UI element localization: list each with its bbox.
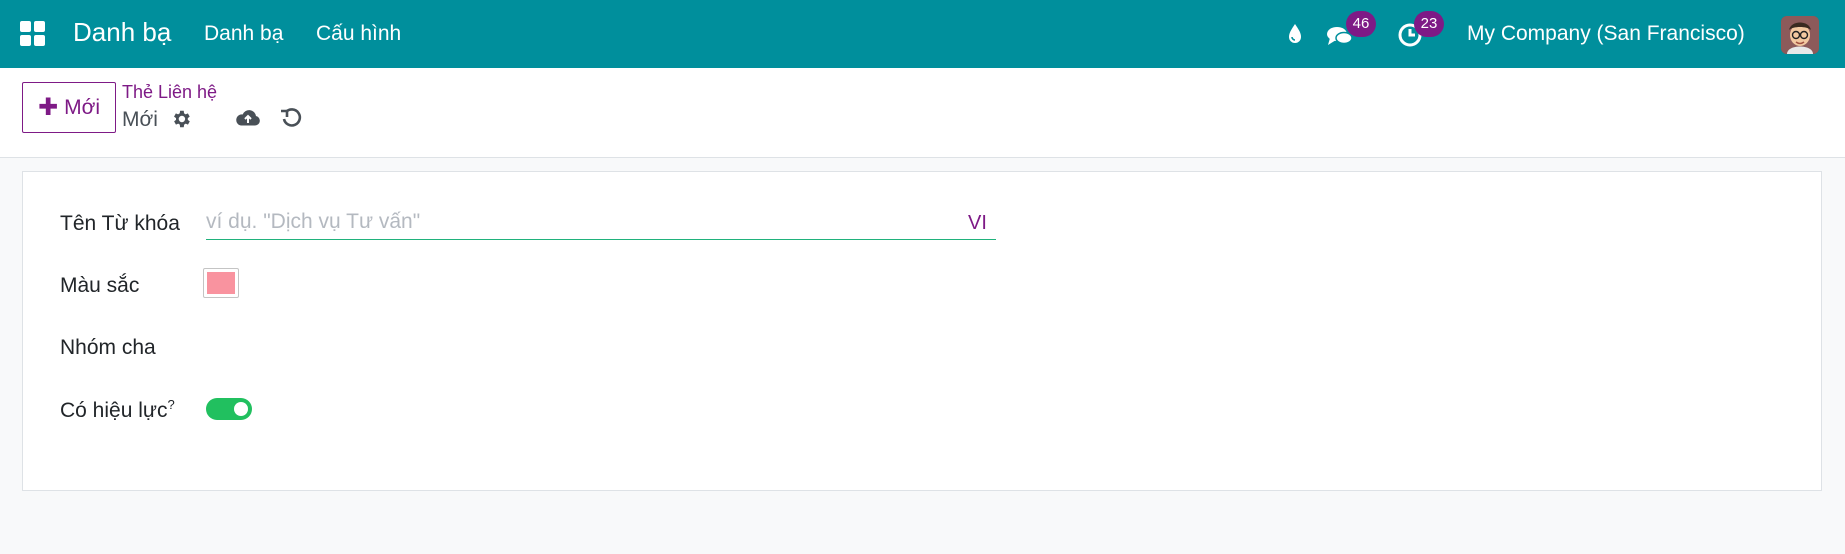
activities-badge: 23 bbox=[1414, 11, 1444, 37]
help-tooltip-icon[interactable]: ? bbox=[167, 397, 174, 412]
breadcrumb-current: Mới bbox=[122, 108, 158, 131]
messages-badge: 46 bbox=[1346, 11, 1376, 37]
menu-item-contacts[interactable]: Danh bạ bbox=[204, 22, 283, 46]
new-button-label: Mới bbox=[64, 95, 101, 119]
parent-label: Nhóm cha bbox=[60, 336, 156, 359]
gear-icon[interactable] bbox=[170, 108, 192, 135]
name-input[interactable] bbox=[206, 208, 996, 240]
avatar[interactable] bbox=[1781, 16, 1819, 54]
form-sheet: Tên Từ khóa VI Màu sắc Nhóm cha Có hiệu … bbox=[22, 171, 1822, 491]
control-panel: ✚ Mới Thẻ Liên hệ Mới bbox=[0, 68, 1845, 158]
color-picker[interactable] bbox=[203, 268, 239, 298]
plus-icon: ✚ bbox=[37, 94, 59, 121]
toggle-knob bbox=[234, 402, 248, 416]
new-button[interactable]: ✚ Mới bbox=[22, 82, 116, 133]
color-label: Màu sắc bbox=[60, 274, 140, 297]
name-label: Tên Từ khóa bbox=[60, 212, 180, 235]
undo-icon[interactable] bbox=[280, 106, 304, 135]
droplet-icon[interactable] bbox=[1279, 18, 1311, 50]
language-tag[interactable]: VI bbox=[968, 212, 987, 235]
company-switcher[interactable]: My Company (San Francisco) bbox=[1467, 22, 1745, 46]
menu-item-configuration[interactable]: Cấu hình bbox=[316, 22, 401, 46]
active-label-text: Có hiệu lực bbox=[60, 399, 168, 422]
apps-grid-icon[interactable] bbox=[20, 21, 46, 47]
active-toggle[interactable] bbox=[206, 398, 252, 420]
breadcrumb-parent[interactable]: Thẻ Liên hệ bbox=[122, 82, 217, 103]
color-swatch bbox=[207, 272, 235, 294]
app-title[interactable]: Danh bạ bbox=[73, 17, 171, 48]
active-label: Có hiệu lực? bbox=[60, 397, 175, 423]
top-navbar: Danh bạ Danh bạ Cấu hình 46 23 My Compan… bbox=[0, 0, 1845, 68]
cloud-upload-icon[interactable] bbox=[235, 107, 261, 134]
